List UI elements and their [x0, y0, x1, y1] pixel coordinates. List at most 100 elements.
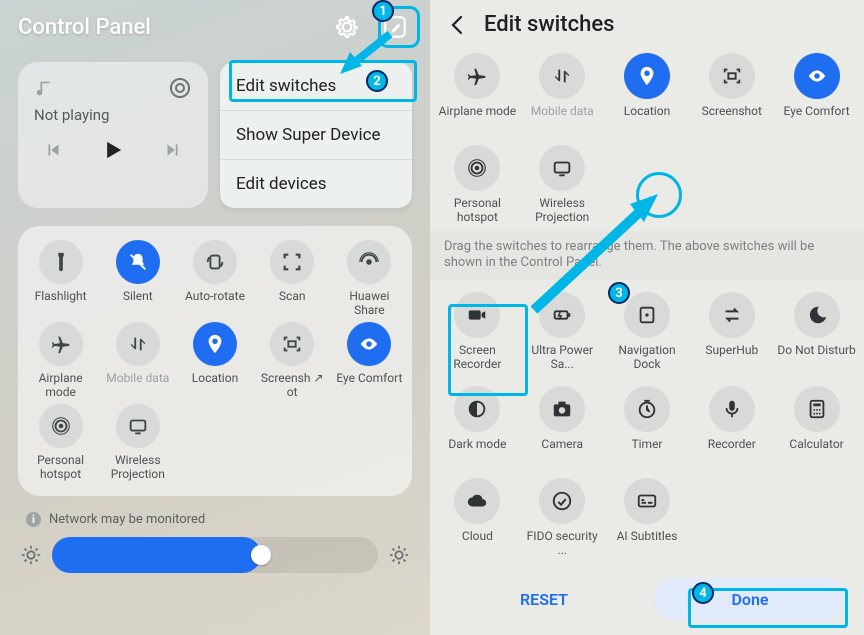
switch-label: Screen Recorder: [436, 344, 519, 372]
switch-share[interactable]: Huawei Share: [333, 240, 406, 318]
switch-airplane[interactable]: Airplane mode: [436, 47, 519, 137]
brightness-low-icon: [20, 544, 42, 566]
airplane-icon: [50, 333, 72, 355]
calc-icon: [806, 398, 828, 420]
eye-icon: [358, 333, 380, 355]
switch-eye[interactable]: Eye Comfort: [775, 47, 858, 137]
switch-moon[interactable]: Do Not Disturb: [775, 286, 858, 378]
switch-label: Navigation Dock: [606, 344, 689, 372]
switch-label: Location: [192, 372, 238, 400]
brightness-slider[interactable]: [52, 537, 378, 573]
switch-label: Ultra Power Sa...: [521, 344, 604, 372]
switch-label: Eye Comfort: [784, 105, 850, 131]
screenshot-icon: [281, 333, 303, 355]
network-note: i Network may be monitored: [0, 508, 430, 535]
settings-button[interactable]: [330, 10, 364, 44]
share-icon: [358, 251, 380, 273]
switch-eye[interactable]: Eye Comfort: [333, 322, 406, 400]
network-note-text: Network may be monitored: [49, 512, 205, 527]
switch-fido[interactable]: FIDO security ...: [521, 472, 604, 564]
music-note-icon: [34, 77, 56, 99]
switch-label: Dark mode: [448, 438, 506, 464]
brightness-row: [0, 535, 430, 583]
anno-badge-2: 2: [366, 70, 388, 92]
switch-label: Mobile data: [106, 372, 169, 400]
switch-flashlight[interactable]: Flashlight: [24, 240, 97, 318]
switch-subtitles[interactable]: AI Subtitles: [606, 472, 689, 564]
switch-label: Auto-rotate: [185, 290, 245, 318]
switch-label: SuperHub: [705, 344, 758, 370]
switch-card: FlashlightSilent Auto-rotate ScanHuawei Sh…: [18, 226, 412, 496]
back-icon: [446, 13, 470, 37]
mic-icon: [721, 398, 743, 420]
switch-location[interactable]: Location: [606, 47, 689, 137]
anno-badge-1: 1: [372, 0, 394, 22]
mobiledata-icon: [551, 65, 573, 87]
brightness-high-icon: [388, 544, 410, 566]
edit-switches-screen: Edit switches Airplane mode Mobile data Lo…: [430, 0, 864, 635]
switch-label: Location: [624, 105, 670, 131]
prev-button[interactable]: [42, 139, 64, 161]
switch-label: Timer: [631, 438, 662, 464]
location-icon: [636, 65, 658, 87]
es-header: Edit switches: [430, 0, 864, 41]
switch-label: Cloud: [462, 530, 493, 556]
gear-icon: [334, 14, 360, 40]
switch-battery[interactable]: Ultra Power Sa...: [521, 286, 604, 378]
fido-icon: [551, 490, 573, 512]
switch-darkmode[interactable]: Dark mode: [436, 380, 519, 470]
switch-camera[interactable]: Camera: [521, 380, 604, 470]
next-button[interactable]: [162, 139, 184, 161]
switch-screenshot[interactable]: Screensh ↗ot: [256, 322, 329, 400]
switch-mic[interactable]: Recorder: [690, 380, 773, 470]
switch-screenshot[interactable]: Screenshot: [690, 47, 773, 137]
switch-label: Camera: [541, 438, 583, 464]
flashlight-icon: [50, 251, 72, 273]
switch-label: Airplane mode: [439, 105, 516, 131]
switch-projection[interactable]: Wireless Projection: [521, 139, 604, 231]
hotspot-icon: [50, 415, 72, 437]
switch-label: AI Subtitles: [617, 530, 678, 556]
info-icon: i: [26, 512, 41, 527]
switch-cloud[interactable]: Cloud: [436, 472, 519, 564]
rotate-icon: [204, 251, 226, 273]
switch-label: Mobile data: [531, 105, 594, 131]
switch-label: Personal hotspot: [24, 454, 97, 482]
airplane-icon: [466, 65, 488, 87]
back-button[interactable]: [446, 13, 470, 37]
switch-projection[interactable]: Wireless Projection: [101, 404, 174, 482]
reset-button[interactable]: RESET: [448, 578, 640, 621]
switch-label: Recorder: [708, 438, 756, 464]
switch-hotspot[interactable]: Personal hotspot: [24, 404, 97, 482]
switch-airplane[interactable]: Airplane mode: [24, 322, 97, 400]
play-button[interactable]: [99, 136, 127, 164]
switch-timer[interactable]: Timer: [606, 380, 689, 470]
scan-icon: [281, 251, 303, 273]
switch-silent[interactable]: Silent: [101, 240, 174, 318]
mobiledata-icon: [127, 333, 149, 355]
audio-output-icon[interactable]: [168, 76, 192, 100]
switch-calc[interactable]: Calculator: [775, 380, 858, 470]
switch-label: Calculator: [789, 438, 843, 464]
media-card[interactable]: Not playing: [18, 62, 208, 208]
switch-rotate[interactable]: Auto-rotate: [178, 240, 251, 318]
switch-loop[interactable]: SuperHub: [690, 286, 773, 378]
switch-mobiledata[interactable]: Mobile data: [101, 322, 174, 400]
switch-location[interactable]: Location: [178, 322, 251, 400]
navdock-icon: [636, 304, 658, 326]
switch-recorder[interactable]: Screen Recorder: [436, 286, 519, 378]
popup-item-edit-devices[interactable]: Edit devices: [220, 160, 412, 208]
battery-icon: [551, 304, 573, 326]
darkmode-icon: [466, 398, 488, 420]
hotspot-icon: [466, 157, 488, 179]
projection-icon: [127, 415, 149, 437]
silent-icon: [127, 251, 149, 273]
cloud-icon: [466, 490, 488, 512]
switch-mobiledata[interactable]: Mobile data: [521, 47, 604, 137]
popup-item-super-device[interactable]: Show Super Device: [220, 111, 412, 160]
done-button[interactable]: Done: [654, 578, 846, 621]
switch-scan[interactable]: Scan: [256, 240, 329, 318]
switch-hotspot[interactable]: Personal hotspot: [436, 139, 519, 231]
switch-label: Wireless Projection: [101, 454, 174, 482]
eye-icon: [806, 65, 828, 87]
